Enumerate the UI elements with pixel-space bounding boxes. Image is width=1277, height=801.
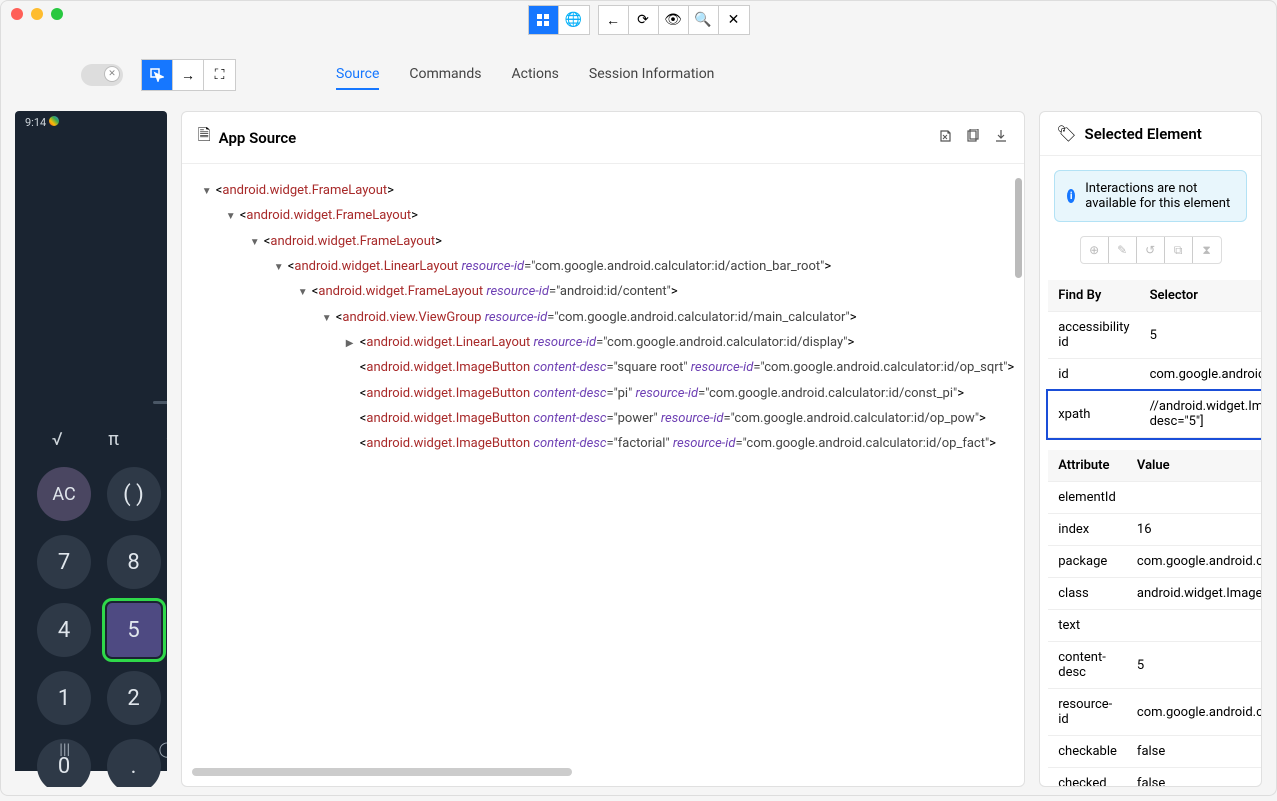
clear-button[interactable]: ↺	[1137, 237, 1165, 263]
android-nav-bar: ||| ◯ 〈	[15, 740, 167, 761]
expand-button[interactable]: ⛶	[204, 60, 235, 90]
device-status-bar: 9:14 🔇 📶 📶 📡 ▮	[15, 111, 167, 134]
power-key: ^	[158, 429, 167, 451]
tab-actions[interactable]: Actions	[512, 60, 559, 90]
sqrt-key: √	[45, 429, 69, 451]
calc-key-AC[interactable]: AC	[37, 467, 91, 521]
file-icon: 🗎	[198, 124, 211, 151]
tag-icon: 🏷	[1056, 124, 1076, 143]
send-keys-button[interactable]: ✎	[1109, 237, 1137, 263]
findby-row[interactable]: idcom.google.android.calculator:id/digit…	[1048, 359, 1262, 391]
search-button[interactable]: 🔍	[689, 6, 719, 34]
home-icon: ◯	[159, 740, 167, 761]
attribute-row: content-desc5	[1048, 642, 1262, 689]
tree-node[interactable]: ▼<android.widget.LinearLayout resource-i…	[274, 254, 1014, 279]
drag-handle	[153, 401, 167, 404]
attribute-row: classandroid.widget.ImageButton	[1048, 578, 1262, 610]
calculator-keypad: AC( )%÷789×456–123+0.=	[15, 467, 167, 787]
element-action-toolbar: ⊕ ✎ ↺ ⧉ ⧗	[1080, 236, 1222, 264]
tabs-nav: Source Commands Actions Session Informat…	[336, 60, 714, 90]
web-mode-button[interactable]: 🌐	[559, 6, 589, 34]
close-session-button[interactable]: ✕	[719, 6, 749, 34]
attribute-row: elementId	[1048, 482, 1262, 514]
close-window-icon[interactable]	[11, 8, 23, 20]
tap-button[interactable]: ⊕	[1081, 237, 1109, 263]
attribute-row: index16	[1048, 514, 1262, 546]
calc-key-2[interactable]: 2	[107, 671, 161, 725]
calc-key-1[interactable]: 1	[37, 671, 91, 725]
tree-scrollbar[interactable]	[1015, 178, 1022, 278]
mjpeg-toggle[interactable]: ✕	[81, 64, 123, 86]
minimize-window-icon[interactable]	[31, 8, 43, 20]
copy-button[interactable]	[966, 128, 980, 147]
findby-row[interactable]: xpath//android.widget.ImageButton[@conte…	[1048, 391, 1262, 438]
attributes-table: AttributeValue elementIdindex16packageco…	[1048, 450, 1262, 787]
pi-key: π	[102, 429, 126, 451]
native-mode-button[interactable]	[529, 6, 559, 34]
attribute-row: resource-idcom.google.android.calculator…	[1048, 689, 1262, 736]
select-element-button[interactable]	[142, 60, 173, 90]
time-button[interactable]: ⧗	[1193, 237, 1221, 263]
attribute-row: checkablefalse	[1048, 736, 1262, 768]
source-tree[interactable]: ▼<android.widget.FrameLayout>▼<android.w…	[182, 164, 1024, 764]
swipe-button[interactable]: →	[173, 60, 204, 90]
download-button[interactable]	[994, 128, 1008, 147]
findby-table: Find BySelector accessibility id5idcom.g…	[1048, 280, 1262, 438]
tree-node[interactable]: <android.widget.ImageButton content-desc…	[346, 381, 1014, 406]
tree-node[interactable]: ▼<android.widget.FrameLayout resource-id…	[298, 279, 1014, 304]
top-bar: ✕ → ⛶ Source Commands Actions Session In…	[1, 47, 1276, 103]
center-toolbar: 🌐 ← ⟳ 👁 🔍 ✕	[528, 5, 750, 35]
app-source-title: App Source	[219, 129, 297, 147]
findby-row[interactable]: accessibility id5	[1048, 312, 1262, 359]
info-icon: i	[1067, 189, 1075, 203]
device-screenshot[interactable]: 9:14 🔇 📶 📶 📡 ▮ Choose theme ⋮ √ π ^ ! ⌄ …	[15, 111, 167, 787]
tree-node[interactable]: ▼<android.widget.FrameLayout>	[202, 178, 1014, 203]
tab-session[interactable]: Session Information	[589, 60, 715, 90]
interactions-alert: i Interactions are not available for thi…	[1054, 170, 1247, 222]
maximize-window-icon[interactable]	[51, 8, 63, 20]
calc-key-8[interactable]: 8	[107, 535, 161, 589]
horizontal-scrollbar[interactable]	[192, 768, 1014, 778]
app-source-panel: 🗎 App Source ▼<android.widget.FrameLayou…	[181, 111, 1025, 787]
tree-node[interactable]: ▼<android.view.ViewGroup resource-id="co…	[322, 305, 1014, 330]
recents-icon: |||	[59, 740, 70, 761]
selected-element-panel: 🏷 Selected Element i Interactions are no…	[1039, 111, 1262, 787]
tab-source[interactable]: Source	[336, 60, 379, 90]
eye-button[interactable]: 👁	[659, 6, 689, 34]
selected-element-title: Selected Element	[1085, 125, 1202, 143]
refresh-button[interactable]: ⟳	[629, 6, 659, 34]
tree-node[interactable]: ▼<android.widget.FrameLayout>	[226, 203, 1014, 228]
tree-node[interactable]: <android.widget.ImageButton content-desc…	[346, 406, 1014, 431]
tab-commands[interactable]: Commands	[409, 60, 481, 90]
back-button[interactable]: ←	[599, 6, 629, 34]
copy-xml-button[interactable]	[938, 128, 952, 147]
advanced-operators-row: √ π ^ ! ⌄	[15, 429, 167, 451]
attribute-row: packagecom.google.android.calculator	[1048, 546, 1262, 578]
calc-key-5[interactable]: 5	[107, 603, 161, 657]
tree-node[interactable]: <android.widget.ImageButton content-desc…	[346, 355, 1014, 380]
tree-node[interactable]: <android.widget.ImageButton content-desc…	[346, 431, 1014, 456]
attribute-row: text	[1048, 610, 1262, 642]
copy-attr-button[interactable]: ⧉	[1165, 237, 1193, 263]
calc-key-( )[interactable]: ( )	[107, 467, 161, 521]
calc-key-4[interactable]: 4	[37, 603, 91, 657]
tree-node[interactable]: ▶<android.widget.LinearLayout resource-i…	[346, 330, 1014, 355]
inspect-toolbar: → ⛶	[141, 59, 236, 91]
calc-key-7[interactable]: 7	[37, 535, 91, 589]
attribute-row: checkedfalse	[1048, 768, 1262, 788]
tree-node[interactable]: ▼<android.widget.FrameLayout>	[250, 229, 1014, 254]
